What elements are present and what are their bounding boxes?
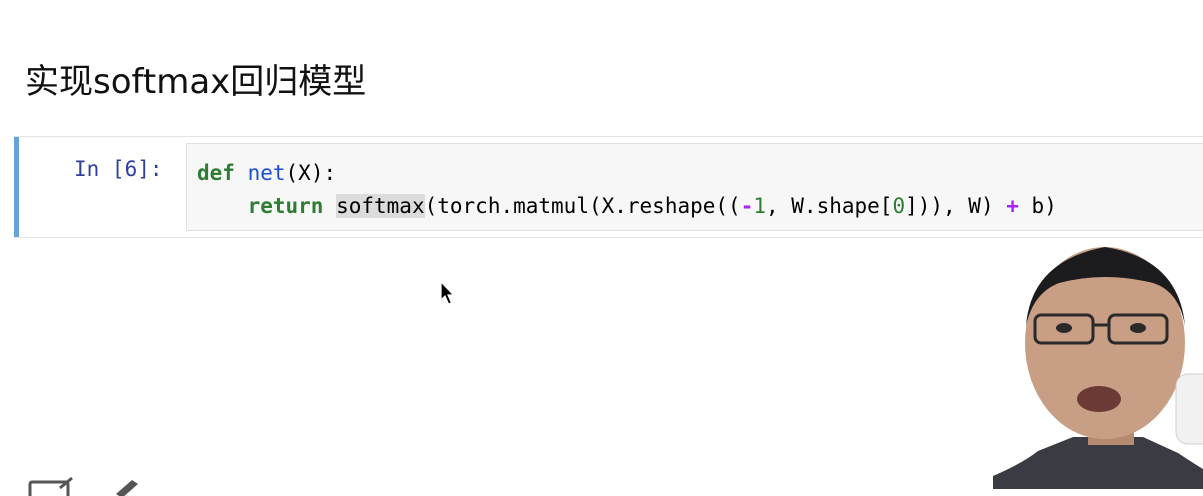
floating-widget[interactable] bbox=[1172, 372, 1203, 446]
code-cell[interactable]: In [6]: def net(X): return softmax(torch… bbox=[14, 136, 1203, 238]
code-text-segment: (torch.matmul(X.reshape(( bbox=[424, 194, 741, 218]
number-literal: 0 bbox=[892, 194, 906, 218]
input-prompt: In [6]: bbox=[74, 157, 163, 181]
edit-icon[interactable] bbox=[28, 476, 74, 496]
keyword-return: return bbox=[247, 194, 324, 218]
code-line-2: return softmax(torch.matmul(X.reshape((-… bbox=[197, 194, 1057, 218]
code-text-segment: (X): bbox=[285, 161, 337, 185]
section-heading: 实现softmax回归模型 bbox=[25, 62, 367, 102]
function-name: net bbox=[247, 161, 286, 185]
code-editor[interactable]: def net(X): return softmax(torch.matmul(… bbox=[186, 143, 1203, 231]
code-text-segment: b) bbox=[1018, 194, 1057, 218]
selected-cell-indicator bbox=[14, 137, 19, 237]
pen-icon[interactable] bbox=[112, 476, 142, 496]
highlighted-softmax: softmax bbox=[336, 194, 425, 218]
code-line-1: def net(X): bbox=[197, 161, 336, 185]
code-text-segment: , W.shape[ bbox=[766, 194, 893, 218]
operator-minus: - bbox=[740, 194, 754, 218]
code-text-segment: ])), W) bbox=[905, 194, 1007, 218]
presenter-video-overlay bbox=[993, 247, 1203, 489]
number-literal: 1 bbox=[753, 194, 766, 218]
code-text[interactable]: def net(X): return softmax(torch.matmul(… bbox=[197, 157, 1057, 223]
keyword-def: def bbox=[197, 161, 235, 185]
cursor-arrow-icon bbox=[440, 281, 455, 305]
operator-plus: + bbox=[1006, 194, 1019, 218]
